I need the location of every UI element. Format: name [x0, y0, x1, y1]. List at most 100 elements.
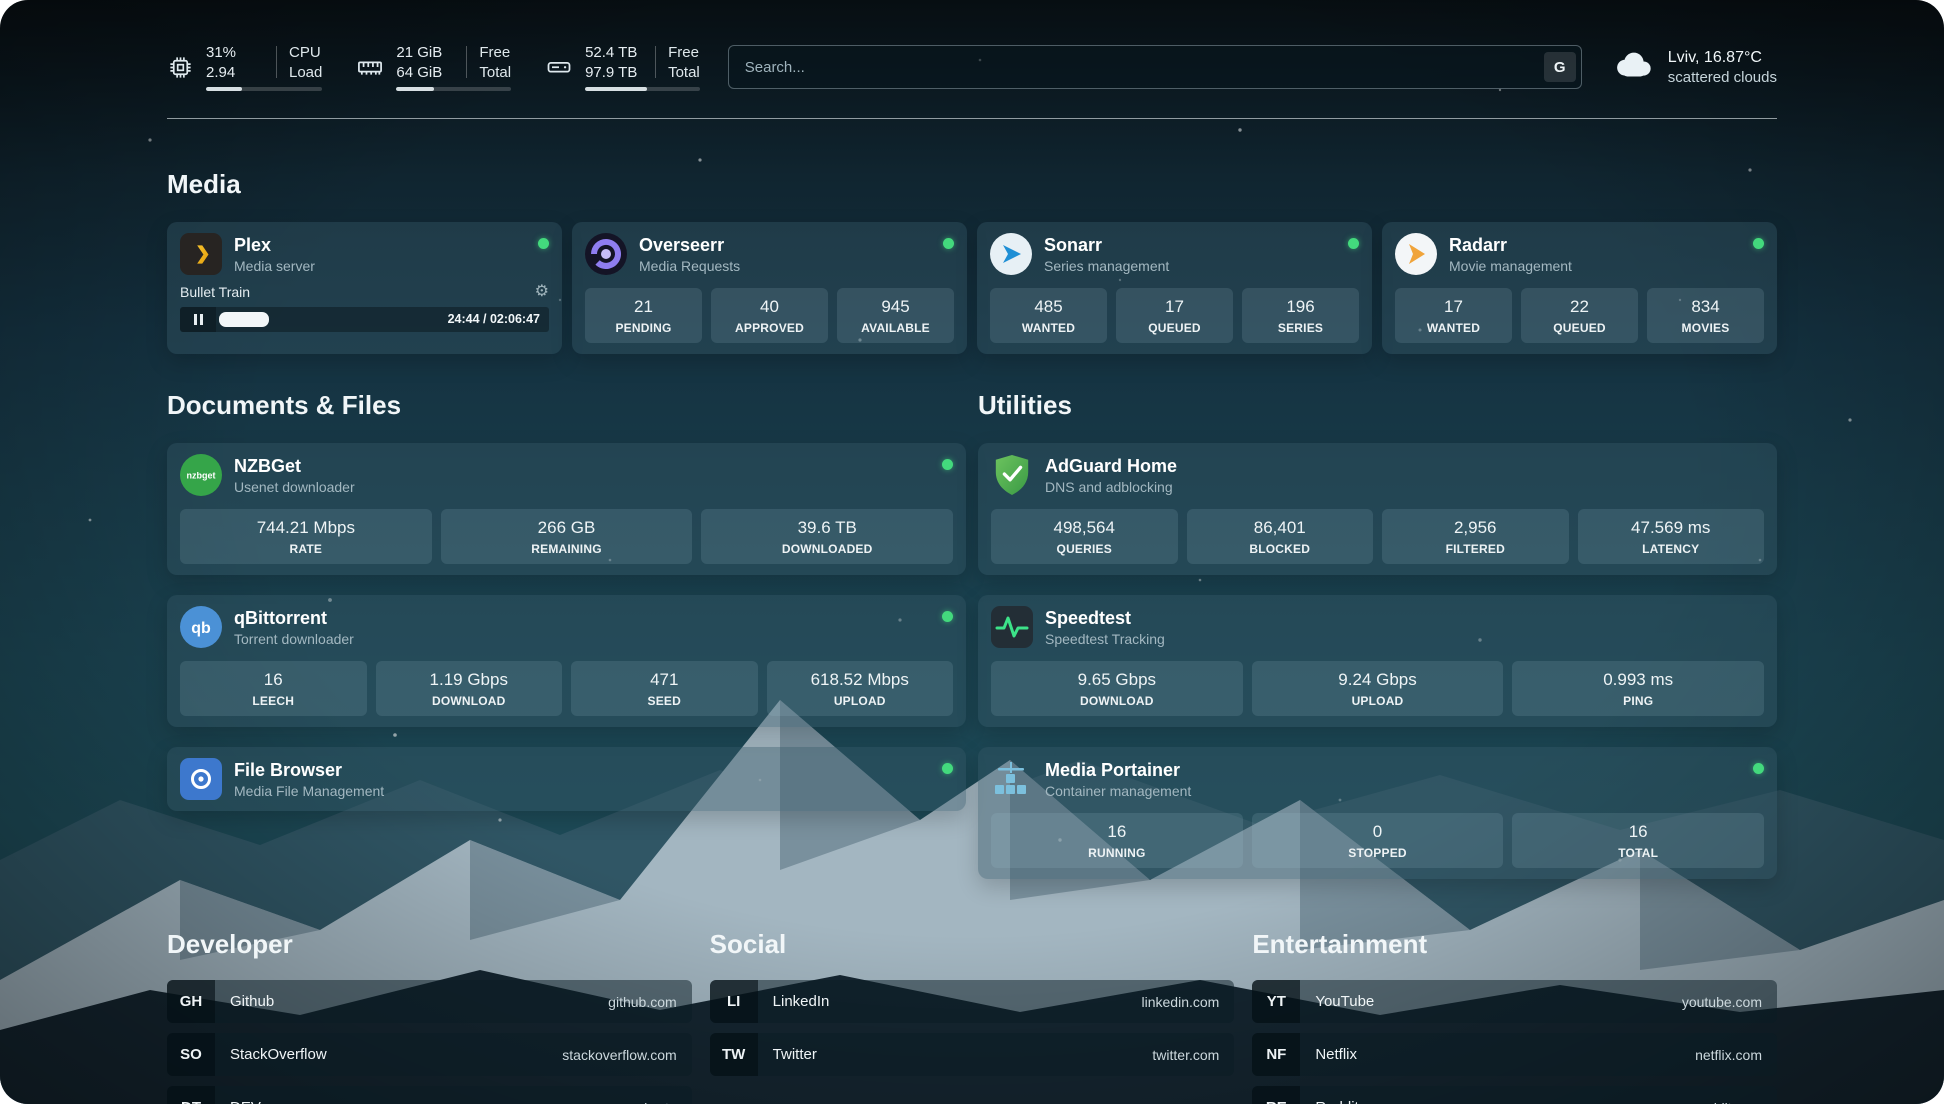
bookmark-url: netflix.com [1695, 1047, 1762, 1063]
bookmark-url: dev.to [640, 1100, 677, 1104]
bookmark-url: stackoverflow.com [562, 1047, 676, 1063]
stat-seed: 471 SEED [571, 661, 758, 716]
app-subtitle: Usenet downloader [234, 479, 355, 495]
bookmark-name: YouTube [1315, 993, 1374, 1010]
app-name: Media Portainer [1045, 760, 1191, 781]
stat-series: 196 SERIES [1242, 288, 1359, 343]
weather-location: Lviv, 16.87°C [1668, 49, 1777, 67]
playback-bar: 24:44 / 02:06:47 [180, 307, 549, 332]
app-card-sonarr[interactable]: Sonarr Series management 485 WANTED 17 Q… [977, 222, 1372, 354]
stat-movies: 834 MOVIES [1647, 288, 1764, 343]
app-card-filebrowser[interactable]: File Browser Media File Management [167, 747, 966, 811]
bookmark-row-linkedin[interactable]: LI LinkedIn linkedin.com [710, 980, 1235, 1023]
bookmark-row-reddit[interactable]: RE Reddit reddit.com [1252, 1086, 1777, 1104]
bookmark-row-github[interactable]: GH Github github.com [167, 980, 692, 1023]
cpu-progress-bar [206, 87, 322, 91]
memory-icon [356, 53, 384, 81]
playback-progress[interactable]: 24:44 / 02:06:47 [216, 307, 549, 332]
cpu-usage-value: 31% [206, 44, 236, 61]
pause-button[interactable] [180, 307, 216, 332]
stat-downloaded: 39.6 TB DOWNLOADED [701, 509, 953, 564]
bookmark-abbr: LI [710, 980, 758, 1023]
app-subtitle: Series management [1044, 258, 1169, 274]
settings-gear-icon[interactable]: ⚙ [535, 284, 549, 300]
app-card-qbittorrent[interactable]: qb qBittorrent Torrent downloader [167, 595, 966, 727]
search-bar: G [728, 45, 1582, 89]
stat-blocked: 86,401 BLOCKED [1187, 509, 1374, 564]
bookmark-name: Twitter [773, 1046, 817, 1063]
stat-queued: 17 QUEUED [1116, 288, 1233, 343]
bookmark-url: youtube.com [1682, 994, 1762, 1010]
cpu-icon [167, 54, 194, 81]
app-card-nzbget[interactable]: nzbget NZBGet Usenet downloader 74 [167, 443, 966, 575]
status-dot [1753, 763, 1764, 774]
bookmark-name: Reddit [1315, 1099, 1358, 1104]
status-dot [942, 459, 953, 470]
memory-total-label: Total [479, 64, 511, 81]
stat-wanted: 17 WANTED [1395, 288, 1512, 343]
memory-widget: 21 GiB 64 GiB Free Total [356, 44, 511, 91]
app-subtitle: Torrent downloader [234, 631, 354, 647]
app-subtitle: Container management [1045, 783, 1191, 799]
stat-queries: 498,564 QUERIES [991, 509, 1178, 564]
stat-remaining: 266 GB REMAINING [441, 509, 693, 564]
bookmark-abbr: YT [1252, 980, 1300, 1023]
divider [655, 46, 656, 78]
search-engine-button[interactable]: G [1544, 52, 1576, 82]
bookmark-row-dev[interactable]: DT DEV dev.to [167, 1086, 692, 1104]
app-name: File Browser [234, 760, 384, 781]
disk-icon [545, 53, 573, 81]
stat-filtered: 2,956 FILTERED [1382, 509, 1569, 564]
filebrowser-icon [180, 758, 222, 800]
cpu-load-label: Load [289, 64, 322, 81]
svg-text:nzbget: nzbget [187, 471, 216, 481]
bookmark-abbr: DT [167, 1086, 215, 1104]
disk-widget: 52.4 TB 97.9 TB Free Total [545, 44, 700, 91]
search-input[interactable] [728, 45, 1582, 89]
app-card-plex[interactable]: Plex Media server Bullet Train ⚙ 24:4 [167, 222, 562, 354]
now-playing-title: Bullet Train [180, 284, 250, 300]
speedtest-icon [991, 606, 1033, 648]
section-title-developer: Developer [167, 929, 692, 960]
stat-available: 945 AVAILABLE [837, 288, 954, 343]
app-name: qBittorrent [234, 608, 354, 629]
app-subtitle: Media File Management [234, 783, 384, 799]
app-name: Overseerr [639, 235, 740, 256]
app-card-speedtest[interactable]: Speedtest Speedtest Tracking 9.65 Gbps D… [978, 595, 1777, 727]
weather-widget: Lviv, 16.87°C scattered clouds [1610, 49, 1777, 86]
bookmark-row-twitter[interactable]: TW Twitter twitter.com [710, 1033, 1235, 1076]
app-card-overseerr[interactable]: Overseerr Media Requests 21 PENDING 40 A… [572, 222, 967, 354]
bookmark-abbr: SO [167, 1033, 215, 1076]
memory-total-value: 64 GiB [396, 64, 442, 81]
portainer-icon [991, 758, 1033, 800]
top-bar: 31% 2.94 CPU Load [167, 36, 1777, 98]
section-documents: Documents & Files nzbget [167, 390, 966, 811]
app-subtitle: DNS and adblocking [1045, 479, 1177, 495]
qbittorrent-icon: qb [180, 606, 222, 648]
section-title-media: Media [167, 169, 1777, 200]
app-card-portainer[interactable]: Media Portainer Container management 16 … [978, 747, 1777, 879]
bookmark-row-youtube[interactable]: YT YouTube youtube.com [1252, 980, 1777, 1023]
bookmarks-entertainment: Entertainment YT YouTube youtube.com NF … [1252, 929, 1777, 1104]
bookmark-row-netflix[interactable]: NF Netflix netflix.com [1252, 1033, 1777, 1076]
bookmark-url: twitter.com [1152, 1047, 1219, 1063]
svg-text:qb: qb [191, 620, 211, 637]
app-name: Plex [234, 235, 315, 256]
app-name: Speedtest [1045, 608, 1165, 629]
bookmarks-developer: Developer GH Github github.com SO StackO… [167, 929, 692, 1104]
memory-free-label: Free [479, 44, 511, 61]
bookmark-name: LinkedIn [773, 993, 830, 1010]
stat-rate: 744.21 Mbps RATE [180, 509, 432, 564]
app-card-radarr[interactable]: Radarr Movie management 17 WANTED 22 QUE… [1382, 222, 1777, 354]
disk-free-label: Free [668, 44, 700, 61]
bookmark-row-stackoverflow[interactable]: SO StackOverflow stackoverflow.com [167, 1033, 692, 1076]
section-title-social: Social [710, 929, 1235, 960]
app-name: AdGuard Home [1045, 456, 1177, 477]
app-card-adguard[interactable]: AdGuard Home DNS and adblocking 498,564 … [978, 443, 1777, 575]
app-name: Radarr [1449, 235, 1572, 256]
stat-approved: 40 APPROVED [711, 288, 828, 343]
stat-upload: 618.52 Mbps UPLOAD [767, 661, 954, 716]
stat-latency: 47.569 ms LATENCY [1578, 509, 1765, 564]
stat-queued: 22 QUEUED [1521, 288, 1638, 343]
stat-running: 16 RUNNING [991, 813, 1243, 868]
